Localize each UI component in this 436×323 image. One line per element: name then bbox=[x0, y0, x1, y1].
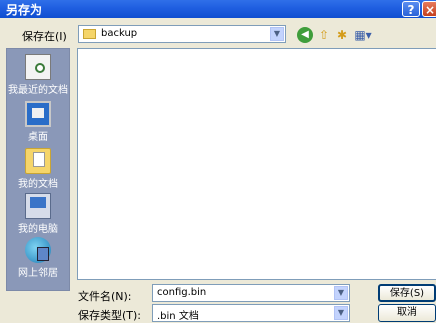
save-button[interactable]: 保存(S) bbox=[378, 284, 436, 302]
filename-label: 文件名(N): bbox=[78, 290, 132, 303]
title-bar: 另存为 ? × bbox=[0, 0, 436, 18]
close-button[interactable]: × bbox=[422, 1, 436, 17]
cancel-button[interactable]: 取消 bbox=[378, 304, 436, 322]
desktop-icon bbox=[25, 101, 51, 127]
new-folder-icon[interactable]: ✱ bbox=[334, 27, 350, 43]
places-bar: 我最近的文档 桌面 我的文档 我的电脑 网上邻居 bbox=[6, 48, 70, 291]
help-button[interactable]: ? bbox=[402, 1, 420, 17]
chevron-down-icon[interactable]: ▼ bbox=[334, 286, 348, 300]
place-recent-documents[interactable]: 我最近的文档 bbox=[7, 54, 69, 96]
filename-value: config.bin bbox=[157, 287, 207, 298]
filetype-label: 保存类型(T): bbox=[78, 309, 142, 322]
back-icon[interactable]: ◀ bbox=[297, 27, 313, 43]
place-label: 网上邻居 bbox=[18, 268, 58, 279]
file-list[interactable] bbox=[77, 48, 436, 280]
save-in-label: 保存在(I) bbox=[22, 30, 67, 43]
my-computer-icon bbox=[25, 193, 51, 219]
chevron-down-icon[interactable]: ▼ bbox=[270, 27, 284, 41]
filetype-select[interactable]: .bin 文档 ▼ bbox=[152, 304, 350, 322]
place-label: 我的电脑 bbox=[18, 224, 58, 235]
recent-documents-icon bbox=[25, 54, 51, 80]
save-in-dropdown[interactable]: backup ▼ bbox=[78, 25, 286, 43]
folder-icon bbox=[83, 29, 96, 39]
place-desktop[interactable]: 桌面 bbox=[7, 101, 69, 143]
filename-input[interactable]: config.bin ▼ bbox=[152, 284, 350, 302]
my-documents-icon bbox=[25, 148, 51, 174]
place-label: 我的文档 bbox=[18, 179, 58, 190]
save-in-value: backup bbox=[101, 28, 138, 39]
view-menu-icon[interactable]: ▦▾ bbox=[352, 27, 374, 43]
place-network[interactable]: 网上邻居 bbox=[7, 237, 69, 279]
network-places-icon bbox=[25, 237, 51, 263]
place-my-computer[interactable]: 我的电脑 bbox=[7, 193, 69, 235]
place-label: 我最近的文档 bbox=[8, 85, 68, 96]
place-my-documents[interactable]: 我的文档 bbox=[7, 148, 69, 190]
chevron-down-icon[interactable]: ▼ bbox=[334, 306, 348, 320]
place-label: 桌面 bbox=[28, 132, 48, 143]
up-folder-icon[interactable]: ⇧ bbox=[316, 27, 332, 43]
window-title: 另存为 bbox=[6, 3, 43, 17]
